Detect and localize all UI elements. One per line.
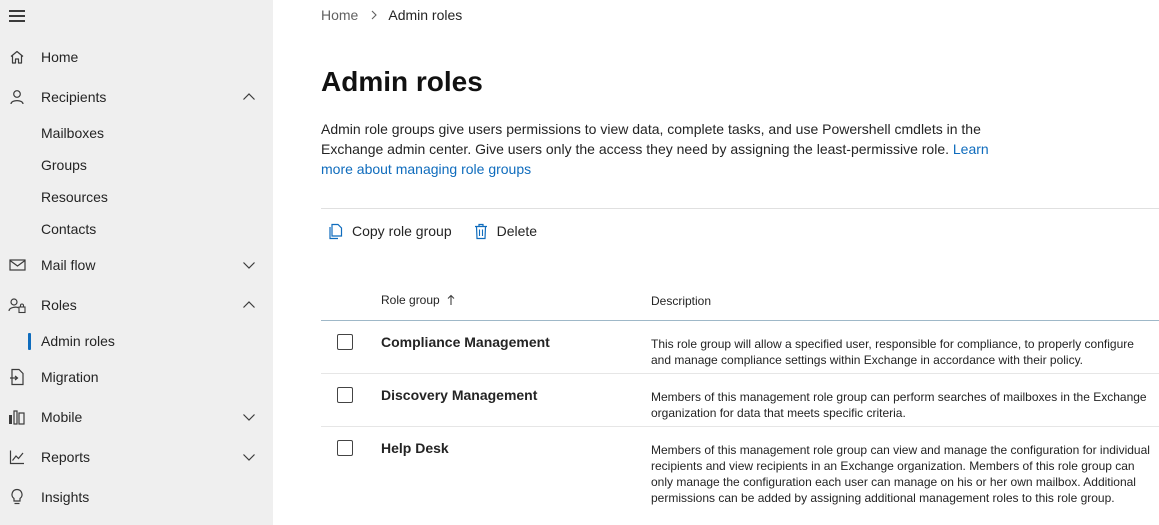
sidebar-item-contacts[interactable]: Contacts: [0, 214, 273, 244]
sidebar-item-label: Mail flow: [41, 257, 96, 273]
breadcrumb-home-link[interactable]: Home: [321, 7, 358, 23]
table-row[interactable]: Compliance Management This role group wi…: [321, 321, 1159, 374]
hamburger-menu-icon[interactable]: [9, 10, 25, 24]
person-icon: [8, 88, 26, 106]
sidebar-item-label: Contacts: [41, 221, 97, 237]
lightbulb-icon: [8, 488, 26, 506]
role-group-description: This role group will allow a specified u…: [651, 337, 1134, 367]
chevron-up-icon[interactable]: [242, 90, 256, 104]
chevron-down-icon[interactable]: [242, 410, 256, 424]
toolbar-divider: [321, 208, 1159, 209]
copy-icon: [329, 223, 343, 239]
sidebar-item-label: Admin roles: [41, 333, 115, 349]
mail-icon: [8, 256, 26, 274]
sidebar-item-insights[interactable]: Insights: [0, 479, 273, 515]
sidebar-item-label: Roles: [41, 297, 77, 313]
column-header-role-group[interactable]: Role group: [381, 293, 455, 307]
page-title: Admin roles: [321, 66, 483, 97]
sidebar-item-label: Recipients: [41, 89, 107, 105]
row-checkbox[interactable]: [337, 334, 353, 350]
role-group-description: Members of this management role group ca…: [651, 443, 1150, 505]
sidebar-item-admin-roles[interactable]: Admin roles: [0, 326, 273, 356]
sidebar-item-label: Resources: [41, 189, 108, 205]
sidebar-item-migration[interactable]: Migration: [0, 359, 273, 395]
column-header-label: Role group: [381, 293, 440, 307]
chevron-right-icon: [371, 10, 378, 20]
command-bar: Copy role group Delete: [321, 219, 553, 243]
page-description: Admin role groups give users permissions…: [321, 119, 1021, 179]
sidebar-item-label: Groups: [41, 157, 87, 173]
mobile-icon: [8, 408, 26, 426]
role-group-name[interactable]: Help Desk: [381, 440, 449, 456]
delete-button[interactable]: Delete: [468, 223, 537, 240]
chevron-down-icon[interactable]: [242, 258, 256, 272]
role-group-name[interactable]: Discovery Management: [381, 387, 537, 403]
row-checkbox[interactable]: [337, 440, 353, 456]
sidebar-item-mailboxes[interactable]: Mailboxes: [0, 118, 273, 148]
copy-role-group-button[interactable]: Copy role group: [321, 223, 452, 240]
table-row[interactable]: Help Desk Members of this management rol…: [321, 427, 1159, 525]
breadcrumb: Home Admin roles: [321, 7, 462, 23]
sort-ascending-icon: [447, 294, 455, 305]
chart-icon: [8, 448, 26, 466]
column-header-description: Description: [651, 294, 712, 308]
role-group-description: Members of this management role group ca…: [651, 390, 1147, 420]
delete-label: Delete: [496, 223, 538, 239]
chevron-down-icon[interactable]: [242, 450, 256, 464]
sidebar-item-label: Home: [41, 49, 79, 65]
copy-role-group-label: Copy role group: [352, 223, 452, 239]
sidebar-item-mail-flow[interactable]: Mail flow: [0, 247, 273, 283]
sidebar-item-label: Insights: [41, 489, 90, 505]
breadcrumb-current: Admin roles: [388, 7, 463, 23]
sidebar-item-label: Mailboxes: [41, 125, 105, 141]
sidebar-item-reports[interactable]: Reports: [0, 439, 273, 475]
sidebar-item-label: Mobile: [41, 409, 83, 425]
sidebar-item-recipients[interactable]: Recipients: [0, 79, 273, 115]
home-icon: [8, 48, 26, 66]
sidebar-item-mobile[interactable]: Mobile: [0, 399, 273, 435]
sidebar-item-label: Reports: [41, 449, 91, 465]
chevron-up-icon[interactable]: [242, 298, 256, 312]
migration-icon: [8, 368, 26, 386]
sidebar-item-label: Migration: [41, 369, 99, 385]
description-text: Admin role groups give users permissions…: [321, 121, 981, 157]
sidebar-item-resources[interactable]: Resources: [0, 182, 273, 212]
role-groups-table: Role group Description Compliance Manage…: [321, 283, 1159, 525]
sidebar-item-groups[interactable]: Groups: [0, 150, 273, 180]
roles-icon: [8, 296, 26, 314]
role-group-name[interactable]: Compliance Management: [381, 334, 550, 350]
sidebar-item-roles[interactable]: Roles: [0, 287, 273, 323]
row-checkbox[interactable]: [337, 387, 353, 403]
trash-icon: [474, 223, 487, 239]
sidebar: Home Recipients Mailboxes Groups Resourc…: [0, 0, 273, 525]
sidebar-item-home[interactable]: Home: [0, 39, 273, 75]
active-indicator: [28, 332, 31, 350]
table-row[interactable]: Discovery Management Members of this man…: [321, 374, 1159, 427]
table-header: Role group Description: [321, 283, 1159, 321]
